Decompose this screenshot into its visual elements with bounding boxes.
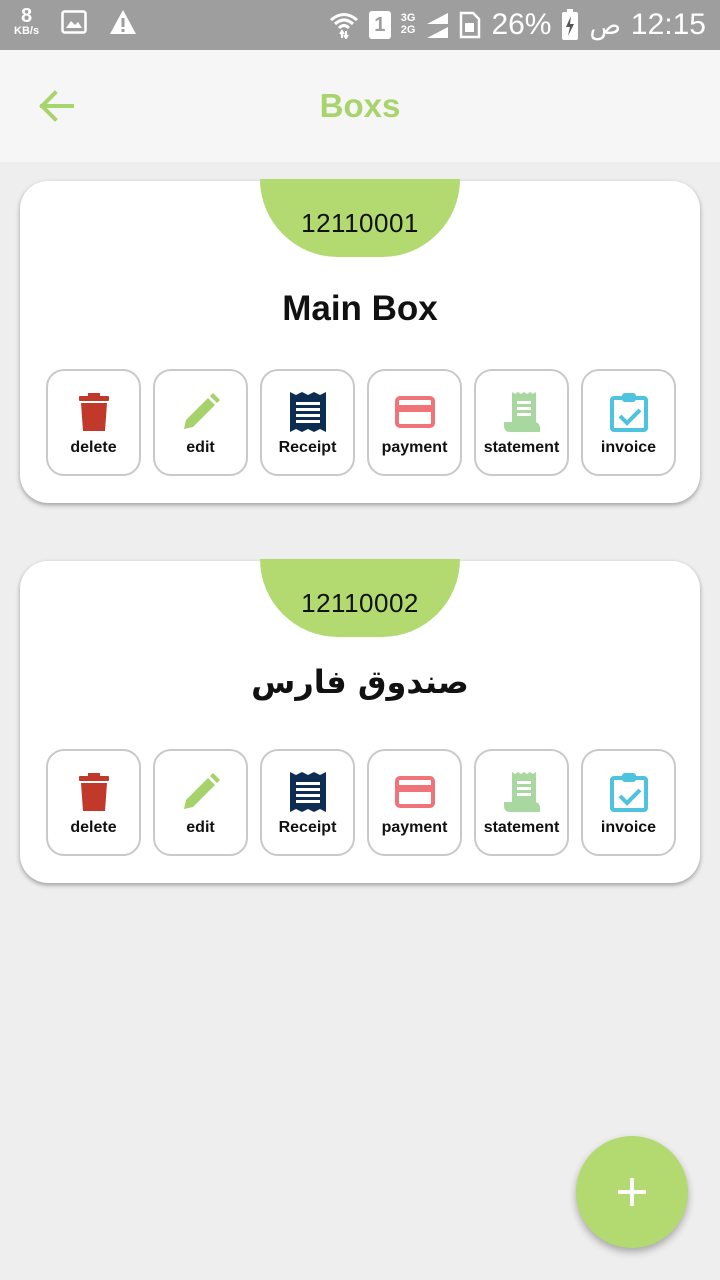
- battery-percent: 26%: [491, 8, 552, 41]
- warning-icon: [110, 9, 137, 34]
- box-name: صندوق فارس: [251, 663, 469, 701]
- invoice-label: invoice: [600, 819, 657, 836]
- delete-button[interactable]: delete: [46, 369, 141, 476]
- box-card: 12110002 صندوق فارس delete edit Receipt …: [20, 559, 700, 883]
- invoice-button[interactable]: invoice: [581, 369, 676, 476]
- image-icon: [61, 9, 87, 34]
- edit-label: edit: [186, 439, 215, 456]
- sim-card-icon: [460, 11, 481, 39]
- clock: 12:15: [630, 8, 706, 41]
- edit-button[interactable]: edit: [153, 749, 248, 856]
- payment-label: payment: [381, 819, 448, 836]
- box-name: Main Box: [282, 289, 438, 328]
- trash-icon: [78, 773, 109, 811]
- edit-label: edit: [186, 819, 215, 836]
- network-speed-unit: KB/s: [14, 25, 40, 37]
- network-speed-value: 8: [20, 5, 33, 27]
- app-bar: Boxs: [0, 50, 720, 162]
- receipt-button[interactable]: Receipt: [260, 749, 355, 856]
- receipt-label: Receipt: [278, 439, 337, 456]
- battery-charging-icon: [562, 9, 579, 40]
- sim-slot-number: 1: [374, 13, 386, 36]
- add-box-button[interactable]: [576, 1136, 688, 1248]
- wifi-icon: [329, 13, 358, 39]
- signal-icon: [427, 13, 449, 38]
- credit-card-icon: [394, 396, 435, 428]
- network-speed: 8 KB/s: [14, 6, 39, 37]
- box-actions: delete edit Receipt payment statement in…: [46, 369, 676, 476]
- network-type: 3G 2G: [401, 13, 416, 36]
- pencil-icon: [183, 773, 220, 809]
- status-left: 8 KB/s: [14, 6, 137, 37]
- delete-button[interactable]: delete: [46, 749, 141, 856]
- pencil-icon: [183, 393, 220, 429]
- credit-card-icon: [394, 776, 435, 808]
- receipt-button[interactable]: Receipt: [260, 369, 355, 476]
- sim-slot-badge: 1: [368, 11, 391, 39]
- am-pm-indicator: ص: [589, 10, 621, 40]
- clipboard-check-icon: [609, 393, 648, 432]
- invoice-button[interactable]: invoice: [581, 749, 676, 856]
- trash-icon: [78, 393, 109, 431]
- statement-button[interactable]: statement: [474, 369, 569, 476]
- receipt-label: Receipt: [278, 819, 337, 836]
- edit-button[interactable]: edit: [153, 369, 248, 476]
- box-code: 12110002: [301, 587, 419, 618]
- statement-label: statement: [483, 439, 560, 456]
- box-code-badge: 12110002: [260, 559, 460, 637]
- plus-icon: [618, 1178, 646, 1206]
- status-bar: 8 KB/s 1 3G 2G 26% ص 12:15: [0, 0, 720, 50]
- status-right: 1 3G 2G 26% ص 12:15: [329, 0, 706, 50]
- receipt-icon: [289, 392, 326, 432]
- delete-label: delete: [70, 439, 117, 456]
- statement-icon: [503, 772, 540, 812]
- box-code: 12110001: [301, 207, 419, 238]
- payment-label: payment: [381, 439, 448, 456]
- invoice-label: invoice: [600, 439, 657, 456]
- clipboard-check-icon: [609, 773, 648, 812]
- box-actions: delete edit Receipt payment statement in…: [46, 749, 676, 856]
- box-card: 12110001 Main Box delete edit Receipt pa…: [20, 179, 700, 503]
- page-title: Boxs: [319, 87, 401, 124]
- statement-label: statement: [483, 819, 560, 836]
- box-code-badge: 12110001: [260, 179, 460, 257]
- network-type-bottom: 2G: [400, 24, 416, 36]
- receipt-icon: [289, 772, 326, 812]
- delete-label: delete: [70, 819, 117, 836]
- statement-button[interactable]: statement: [474, 749, 569, 856]
- statement-icon: [503, 392, 540, 432]
- payment-button[interactable]: payment: [367, 749, 462, 856]
- payment-button[interactable]: payment: [367, 369, 462, 476]
